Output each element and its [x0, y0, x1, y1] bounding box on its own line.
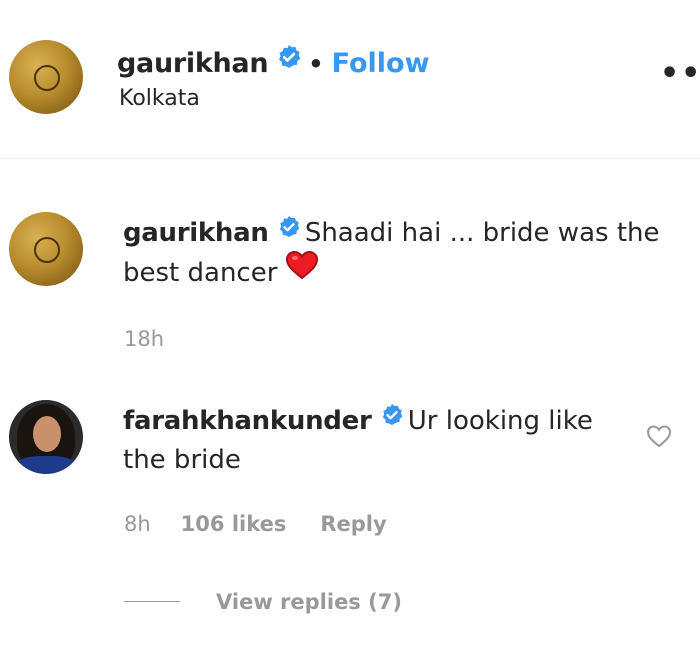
avatar-logo-ring: [34, 237, 60, 263]
avatar-shirt: [13, 456, 79, 474]
verified-badge-icon: [380, 400, 404, 438]
reply-likes[interactable]: 106 likes: [181, 512, 287, 536]
caption-username[interactable]: gaurikhan: [123, 218, 269, 248]
avatar-face: [33, 416, 61, 452]
reply-meta-row: 8h 106 likes Reply: [124, 512, 387, 536]
more-options-icon[interactable]: •••: [660, 56, 700, 91]
view-replies-label[interactable]: View replies (7): [216, 590, 402, 614]
reply-username[interactable]: farahkhankunder: [123, 406, 372, 436]
farahkhankunder-avatar[interactable]: [9, 400, 83, 474]
post-header: gaurikhan • Follow Kolkata •••: [0, 0, 700, 159]
reply-button[interactable]: Reply: [320, 512, 386, 536]
view-replies-divider: [124, 600, 180, 602]
header-username[interactable]: gaurikhan: [117, 48, 269, 79]
verified-badge-icon: [277, 212, 301, 250]
gaurikhan-avatar[interactable]: [9, 40, 83, 114]
caption-timestamp: 18h: [124, 327, 165, 351]
caption-text-block: gaurikhan Shaadi hai ... bride was the b…: [123, 214, 663, 294]
view-replies-button[interactable]: View replies (7): [124, 590, 402, 614]
header-user-line: gaurikhan • Follow: [117, 44, 430, 88]
reply-timestamp: 8h: [124, 512, 151, 536]
caption-avatar[interactable]: [9, 212, 83, 286]
like-heart-icon[interactable]: [645, 423, 673, 453]
red-heart-emoji-icon: [285, 250, 319, 291]
separator-dot: •: [308, 50, 324, 78]
follow-button[interactable]: Follow: [332, 48, 430, 79]
avatar-logo-ring: [34, 65, 60, 91]
location-link[interactable]: Kolkata: [119, 86, 200, 111]
verified-badge-icon: [276, 44, 302, 84]
reply-text-block: farahkhankunder Ur looking like the brid…: [123, 402, 643, 479]
